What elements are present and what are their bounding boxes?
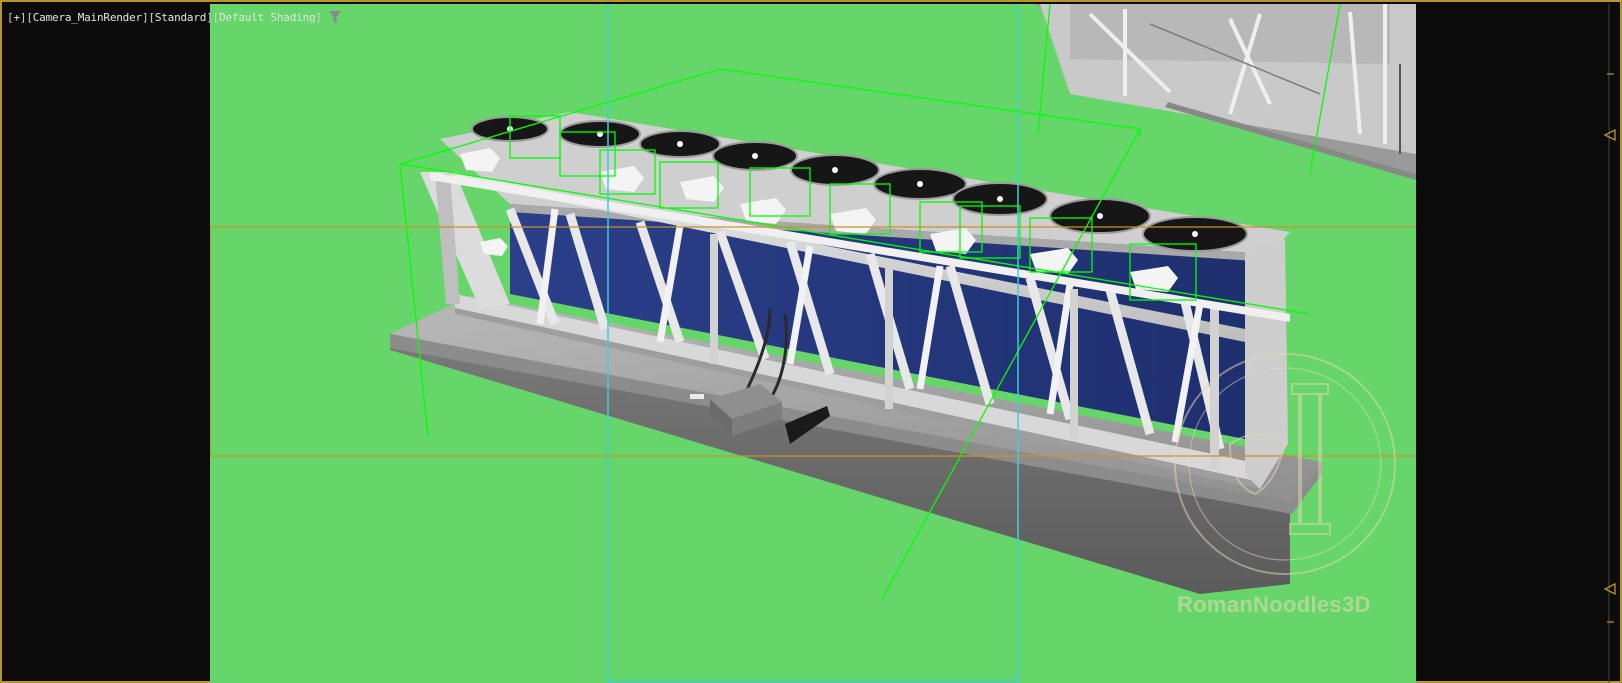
viewport-side-ruler xyxy=(1603,4,1616,683)
3d-viewport[interactable]: [+][Camera_MainRender][Standard][Default… xyxy=(0,0,1622,683)
render-mode-menu-button[interactable]: Standard xyxy=(155,11,207,24)
triangle-marker-icon[interactable] xyxy=(1603,582,1616,596)
scene-canvas xyxy=(210,4,1416,683)
shading-menu-button[interactable]: Default Shading xyxy=(219,11,316,24)
bracket: ] xyxy=(315,10,322,24)
watermark-text: RomanNoodles3D xyxy=(1177,592,1371,617)
point-of-view-menu-button[interactable]: Camera_MainRender xyxy=(33,11,142,24)
viewport-label-menu[interactable]: [+][Camera_MainRender][Standard][Default… xyxy=(7,9,342,25)
triangle-marker-icon[interactable] xyxy=(1603,128,1616,142)
viewport-scene[interactable] xyxy=(210,4,1416,683)
funnel-icon[interactable] xyxy=(328,10,342,24)
